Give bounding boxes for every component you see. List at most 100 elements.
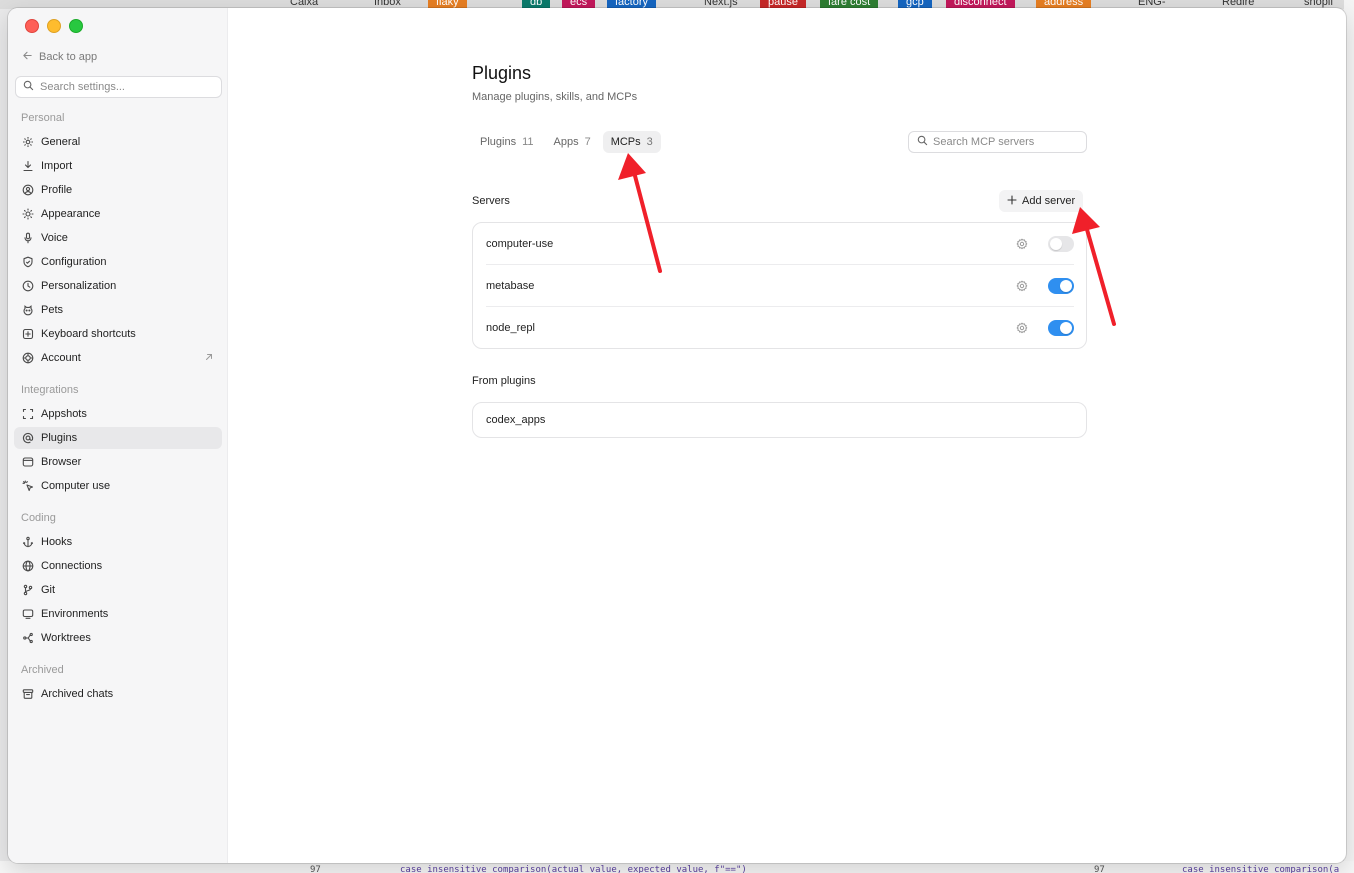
settings-content: Plugins Manage plugins, skills, and MCPs… [228, 8, 1346, 863]
sidebar-item-computer-use[interactable]: Computer use [14, 475, 222, 497]
server-enable-toggle[interactable] [1048, 278, 1074, 294]
tab-count: 7 [584, 136, 591, 148]
sidebar-item-label: Appearance [41, 208, 101, 220]
server-enable-toggle[interactable] [1048, 320, 1074, 336]
plugins-tabs: Plugins 11 Apps 7 MCPs 3 [472, 131, 661, 153]
section-label-integrations: Integrations [21, 384, 79, 396]
anchor-icon [22, 536, 34, 548]
mcp-search-box [908, 131, 1087, 153]
servers-list: computer-use metabase node_repl [472, 222, 1087, 349]
sidebar-item-git[interactable]: Git [14, 579, 222, 601]
sidebar-item-keyboard-shortcuts[interactable]: Keyboard shortcuts [14, 323, 222, 345]
bookmark[interactable]: shopif [1296, 0, 1341, 8]
code-line: case_insensitive_comparison(a [1182, 865, 1340, 873]
gear-icon[interactable] [1016, 280, 1028, 292]
sidebar-item-label: Account [41, 352, 81, 364]
server-row: node_repl [486, 307, 1074, 349]
sidebar-item-label: Profile [41, 184, 73, 196]
sidebar-item-label: Browser [41, 456, 82, 468]
server-name: computer-use [486, 237, 554, 250]
external-link-icon [204, 352, 214, 362]
tab-label: MCPs [610, 136, 641, 148]
mcp-search-input[interactable] [933, 136, 1081, 148]
search-icon [23, 80, 34, 94]
bookmark[interactable]: Caixa [282, 0, 326, 8]
account-icon [22, 352, 34, 364]
bookmark[interactable]: address [1036, 0, 1092, 8]
from-plugins-heading: From plugins [472, 375, 536, 387]
sidebar-item-label: Computer use [41, 480, 111, 492]
microphone-icon [22, 232, 34, 244]
bookmark[interactable]: fare cost [820, 0, 879, 8]
at-icon [22, 432, 34, 444]
tab-mcps[interactable]: MCPs 3 [602, 131, 661, 153]
bookmark[interactable]: Next.js [696, 0, 746, 8]
bookmark[interactable]: gcp [898, 0, 932, 8]
sidebar-item-personalization[interactable]: Personalization [14, 275, 222, 297]
page-title: Plugins [472, 63, 532, 83]
sidebar-item-environments[interactable]: Environments [14, 603, 222, 625]
bookmark[interactable]: disconnect [946, 0, 1015, 8]
toggle-knob [1060, 322, 1072, 334]
sidebar-item-configuration[interactable]: Configuration [14, 251, 222, 273]
plugin-server-row[interactable]: codex_apps [472, 402, 1087, 438]
sidebar-item-hooks[interactable]: Hooks [14, 531, 222, 553]
window-maximize-button[interactable] [69, 19, 83, 33]
settings-search-input[interactable] [40, 81, 210, 93]
line-number: 97 [1094, 865, 1105, 873]
sidebar-item-profile[interactable]: Profile [14, 179, 222, 201]
sidebar-item-label: Hooks [41, 536, 73, 548]
sidebar-item-connections[interactable]: Connections [14, 555, 222, 577]
sidebar-item-appshots[interactable]: Appshots [14, 403, 222, 425]
gear-icon [22, 136, 34, 148]
bookmark[interactable]: factory [607, 0, 657, 8]
tab-count: 11 [522, 136, 534, 148]
sidebar-item-label: Archived chats [41, 688, 114, 700]
sidebar-item-voice[interactable]: Voice [14, 227, 222, 249]
tab-plugins[interactable]: Plugins 11 [472, 131, 542, 153]
sidebar-item-pets[interactable]: Pets [14, 299, 222, 321]
sidebar-item-account[interactable]: Account [14, 347, 222, 369]
tab-apps[interactable]: Apps 7 [546, 131, 599, 153]
settings-search-box [15, 76, 222, 98]
bookmark[interactable]: pause [760, 0, 806, 8]
bookmark[interactable]: ecs [562, 0, 596, 8]
globe-icon [22, 560, 34, 572]
plus-icon [1007, 194, 1017, 208]
gear-icon[interactable] [1016, 238, 1028, 250]
plugin-server-name: codex_apps [486, 414, 546, 426]
bookmark[interactable]: Redire [1214, 0, 1262, 8]
tab-count: 3 [646, 136, 653, 148]
sidebar-item-label: Environments [41, 608, 109, 620]
bookmark[interactable]: db [522, 0, 551, 8]
sidebar-item-archived-chats[interactable]: Archived chats [14, 683, 222, 705]
sidebar-item-plugins[interactable]: Plugins [14, 427, 222, 449]
window-close-button[interactable] [25, 19, 39, 33]
line-number: 97 [310, 865, 321, 873]
cursor-icon [22, 480, 34, 492]
worktree-icon [22, 632, 34, 644]
sidebar-item-appearance[interactable]: Appearance [14, 203, 222, 225]
back-to-app-link[interactable]: Back to app [22, 50, 97, 64]
window-minimize-button[interactable] [47, 19, 61, 33]
bookmark[interactable]: Inbox [366, 0, 409, 8]
sidebar-item-browser[interactable]: Browser [14, 451, 222, 473]
sidebar-item-general[interactable]: General [14, 131, 222, 153]
server-enable-toggle[interactable] [1048, 236, 1074, 252]
add-server-label: Add server [1022, 195, 1076, 207]
toggle-knob [1050, 238, 1062, 250]
user-circle-icon [22, 184, 34, 196]
sidebar-item-import[interactable]: Import [14, 155, 222, 177]
section-label-archived: Archived [21, 664, 64, 676]
server-name: metabase [486, 279, 535, 292]
sidebar-item-label: Worktrees [41, 632, 91, 644]
bookmark[interactable]: flaky [428, 0, 467, 8]
sidebar-item-label: Connections [41, 560, 103, 572]
sidebar-item-worktrees[interactable]: Worktrees [14, 627, 222, 649]
toggle-knob [1060, 280, 1072, 292]
add-server-button[interactable]: Add server [999, 190, 1084, 212]
gear-icon[interactable] [1016, 322, 1028, 334]
bookmark[interactable]: ENG- [1130, 0, 1174, 8]
sidebar-item-label: Keyboard shortcuts [41, 328, 136, 340]
code-line: case_insensitive_comparison(actual_value… [400, 865, 747, 873]
